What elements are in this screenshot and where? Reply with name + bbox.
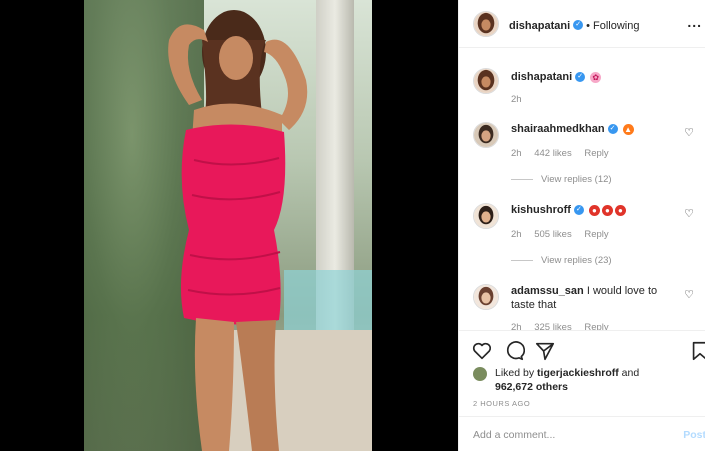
verified-icon: ✓ <box>607 124 618 135</box>
comment-text: kishushroff ✓ ● ● ● <box>511 203 681 217</box>
commenter-username[interactable]: kishushroff <box>511 204 571 216</box>
comments-list: dishapatani ✓ ✿ 2h shairaahmedkhan ✓ ▲ 2h … <box>459 48 705 330</box>
comment-time[interactable]: 2h <box>511 322 522 330</box>
angry-emoji-icon: ● <box>588 204 600 216</box>
comment-icon[interactable] <box>503 340 525 362</box>
commenter-avatar[interactable] <box>473 122 499 148</box>
verified-icon: ✓ <box>573 205 584 216</box>
comment-input[interactable]: Add a comment... <box>473 429 555 441</box>
bookmark-icon[interactable] <box>689 340 705 362</box>
view-replies-label: View replies (12) <box>541 174 612 185</box>
angry-emoji-icon: ● <box>614 204 626 216</box>
comment-likes[interactable]: 442 likes <box>534 148 572 159</box>
header-separator: • <box>586 20 590 32</box>
post-header: dishapatani ✓ • Following ... <box>459 0 705 48</box>
add-comment-bar: Add a comment... Post <box>459 416 705 451</box>
comment-likes[interactable]: 505 likes <box>534 229 572 240</box>
comment-time[interactable]: 2h <box>511 229 522 240</box>
replies-divider-line <box>511 178 533 180</box>
commenter-avatar[interactable] <box>473 203 499 229</box>
comment-row: adamssu_san I would love to taste that 2… <box>459 278 705 330</box>
comment-text: adamssu_san I would love to taste that <box>511 284 681 312</box>
comment-text: shairaahmedkhan ✓ ▲ <box>511 122 681 136</box>
reply-button[interactable]: Reply <box>584 229 608 240</box>
post-time[interactable]: 2 HOURS AGO <box>473 399 530 408</box>
comment-likes[interactable]: 325 likes <box>534 322 572 330</box>
liked-user[interactable]: tigerjackieshroff <box>537 367 619 379</box>
commenter-username[interactable]: shairaahmedkhan <box>511 123 605 135</box>
caption-meta: 2h <box>511 94 532 105</box>
post-actions: Liked by tigerjackieshroff and 962,672 o… <box>459 330 705 416</box>
liked-by-text: Liked by tigerjackieshroff and 962,672 o… <box>495 366 639 394</box>
author-avatar[interactable] <box>473 11 499 37</box>
replies-divider-line <box>511 259 533 261</box>
more-icon[interactable]: ... <box>687 14 702 30</box>
angry-emoji-icon: ● <box>601 204 613 216</box>
comment-meta: 2h 325 likes Reply <box>511 322 619 330</box>
caption-time[interactable]: 2h <box>511 94 522 105</box>
view-replies-button[interactable]: View replies (23) <box>511 255 612 266</box>
commenter-avatar[interactable] <box>473 284 499 310</box>
photo-person <box>168 10 308 451</box>
header-identity: dishapatani ✓ • Following <box>509 16 639 34</box>
share-icon[interactable] <box>534 340 556 362</box>
liked-prefix: Liked by <box>495 367 535 379</box>
comment-like-heart-icon[interactable]: ♡ <box>684 126 694 139</box>
verified-icon: ✓ <box>573 19 584 30</box>
verified-icon: ✓ <box>575 72 586 83</box>
caption-row: dishapatani ✓ ✿ 2h <box>459 48 705 110</box>
liked-and: and <box>621 367 640 379</box>
reply-button[interactable]: Reply <box>584 148 608 159</box>
post-comment-button[interactable]: Post <box>683 429 705 441</box>
comment-meta: 2h 442 likes Reply <box>511 148 619 159</box>
comment-row: shairaahmedkhan ✓ ▲ 2h 442 likes Reply ♡ … <box>459 116 705 194</box>
follow-button[interactable]: Following <box>593 20 639 32</box>
post-side-panel: dishapatani ✓ • Following ... dishapatani ✓ … <box>458 0 705 451</box>
comment-like-heart-icon[interactable]: ♡ <box>684 207 694 220</box>
comment-time[interactable]: 2h <box>511 148 522 159</box>
view-replies-label: View replies (23) <box>541 255 612 266</box>
author-username[interactable]: dishapatani <box>509 20 570 32</box>
caption-username[interactable]: dishapatani <box>511 71 572 83</box>
heart-icon[interactable] <box>471 340 493 362</box>
comment-row: kishushroff ✓ ● ● ● 2h 505 likes Reply ♡ Vi… <box>459 197 705 275</box>
caption-text: dishapatani ✓ ✿ <box>511 70 681 84</box>
post-photo[interactable] <box>84 0 372 451</box>
comment-like-heart-icon[interactable]: ♡ <box>684 288 694 301</box>
flower-emoji-icon: ✿ <box>590 71 602 83</box>
view-replies-button[interactable]: View replies (12) <box>511 174 612 185</box>
fire-emoji-icon: ▲ <box>622 123 634 135</box>
caption-avatar[interactable] <box>473 68 499 94</box>
likes-count[interactable]: 962,672 others <box>495 381 568 393</box>
comment-meta: 2h 505 likes Reply <box>511 229 619 240</box>
reply-button[interactable]: Reply <box>584 322 608 330</box>
commenter-username[interactable]: adamssu_san <box>511 285 584 297</box>
liked-by-avatar[interactable] <box>473 367 487 381</box>
